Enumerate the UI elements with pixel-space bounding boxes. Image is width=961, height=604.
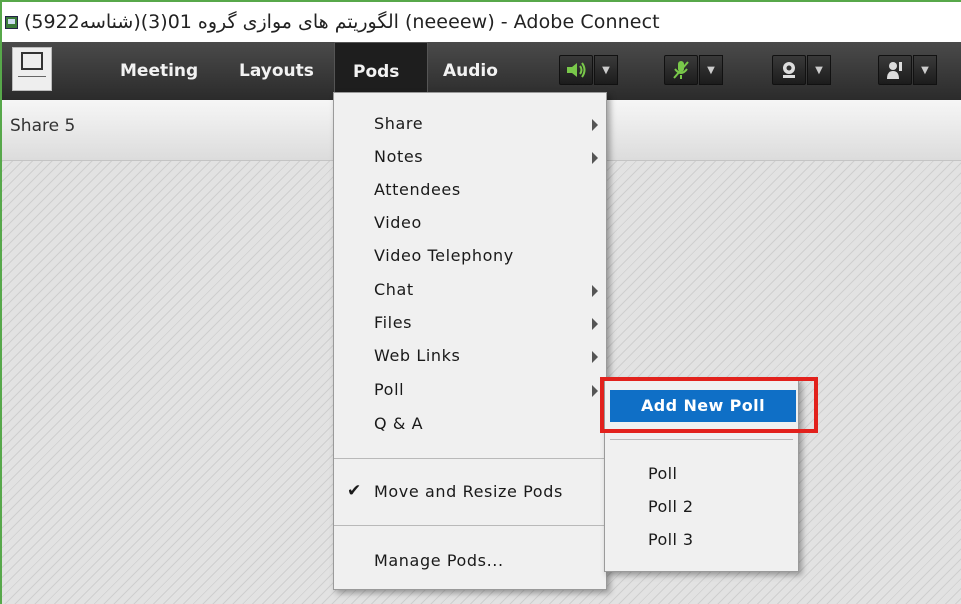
- submenu-arrow-icon: [592, 385, 598, 397]
- microphone-muted-icon[interactable]: [664, 55, 698, 85]
- pods-menu-item-notes[interactable]: Notes: [334, 141, 606, 174]
- app-icon: [5, 15, 18, 29]
- pods-menu-item-video-telephony[interactable]: Video Telephony: [334, 240, 606, 273]
- submenu-arrow-icon: [592, 318, 598, 330]
- poll-item[interactable]: Poll: [648, 464, 677, 483]
- webcam-dropdown[interactable]: ▼: [807, 55, 831, 85]
- pods-menu-item-qa[interactable]: Q & A: [334, 408, 606, 441]
- share-pod-title: Share 5: [10, 116, 76, 136]
- submenu-arrow-icon: [592, 351, 598, 363]
- pods-menu-item-files[interactable]: Files: [334, 307, 606, 340]
- checkmark-icon: ✔: [347, 481, 362, 501]
- window-title: (5922شناسه)(3)الگوریتم های موازی گروه 01…: [24, 11, 660, 33]
- menu-separator: [610, 439, 793, 440]
- pods-menu-item-share[interactable]: Share: [334, 108, 606, 141]
- webcam-icon[interactable]: [772, 55, 806, 85]
- pods-menu-item-move-resize[interactable]: ✔ Move and Resize Pods: [334, 476, 606, 509]
- pods-menu-item-video[interactable]: Video: [334, 207, 606, 240]
- status-dropdown[interactable]: ▼: [913, 55, 937, 85]
- pods-menu-item-web-links[interactable]: Web Links: [334, 340, 606, 373]
- pods-menu-item-manage[interactable]: Manage Pods...: [334, 545, 606, 578]
- title-bar: (5922شناسه)(3)الگوریتم های موازی گروه 01…: [2, 2, 961, 42]
- menu-meeting[interactable]: Meeting: [120, 42, 198, 100]
- poll-item[interactable]: Poll 3: [648, 530, 693, 549]
- pods-menu-item-attendees[interactable]: Attendees: [334, 174, 606, 207]
- menu-layouts[interactable]: Layouts: [239, 42, 314, 100]
- speaker-dropdown[interactable]: ▼: [594, 55, 618, 85]
- pods-menu: Share Notes Attendees Video Video Teleph…: [333, 92, 607, 590]
- menu-separator: [334, 458, 606, 459]
- pods-menu-item-poll[interactable]: Poll: [334, 374, 606, 407]
- submenu-arrow-icon: [592, 285, 598, 297]
- organization-logo: [12, 47, 52, 91]
- pods-menu-item-chat[interactable]: Chat: [334, 274, 606, 307]
- submenu-arrow-icon: [592, 152, 598, 164]
- menu-separator: [334, 525, 606, 526]
- poll-item[interactable]: Poll 2: [648, 497, 693, 516]
- highlight-annotation-box: [600, 377, 818, 433]
- raise-hand-icon[interactable]: [878, 55, 912, 85]
- submenu-arrow-icon: [592, 119, 598, 131]
- microphone-dropdown[interactable]: ▼: [699, 55, 723, 85]
- speaker-icon[interactable]: [559, 55, 593, 85]
